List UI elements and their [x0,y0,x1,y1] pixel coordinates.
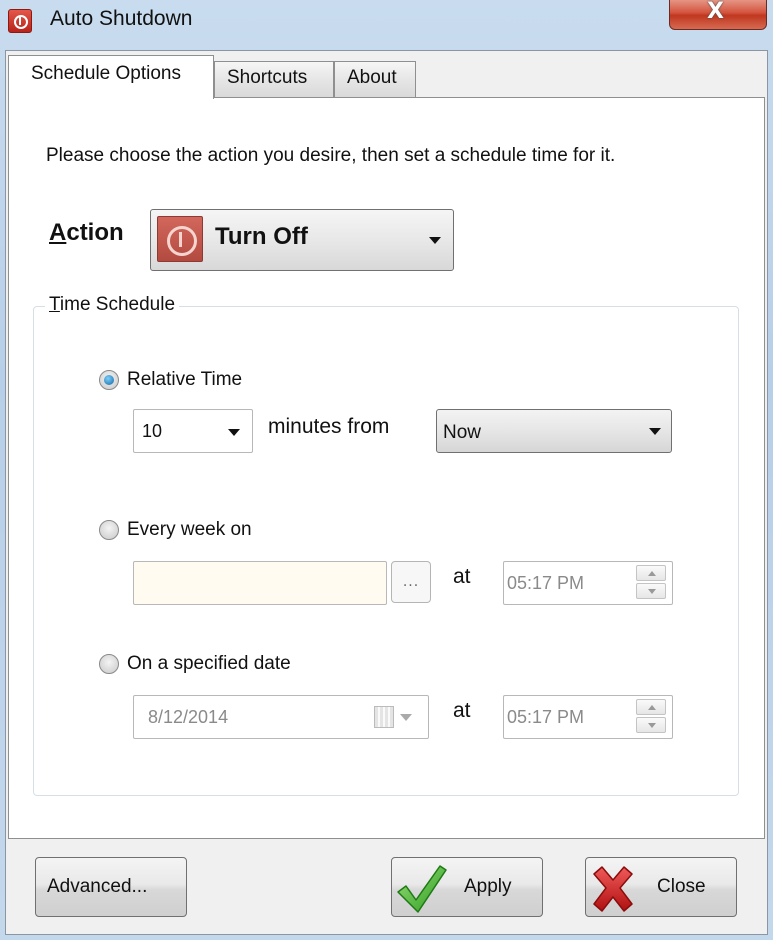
advanced-button-label: Advanced... [47,876,148,897]
relative-time-label: Relative Time [127,369,243,390]
action-label-rest: ction [66,219,124,246]
chevron-down-icon [228,429,240,436]
window-title: Auto Shutdown [50,7,193,30]
specified-date-radio[interactable] [99,654,119,674]
spin-down-arrow-icon[interactable] [636,583,666,599]
weekdays-field[interactable] [133,561,387,605]
weekly-time-picker[interactable]: 05:17 PM [503,561,673,605]
browse-days-button[interactable]: ... [391,561,431,603]
weekly-time-spinner[interactable] [636,565,666,599]
tab-strip: Schedule Options Shortcuts About [6,51,767,99]
intro-text: Please choose the action you desire, the… [46,145,616,166]
specified-date-option[interactable]: On a specified date [99,653,291,675]
minutes-combobox[interactable]: 10 [133,409,253,453]
date-value: 8/12/2014 [148,707,229,727]
chevron-down-icon[interactable] [400,714,412,721]
power-icon [157,216,203,262]
advanced-button[interactable]: Advanced... [35,857,187,917]
tab-shortcuts[interactable]: Shortcuts [214,61,334,97]
close-button[interactable]: Close [585,857,737,917]
date-time-value: 05:17 PM [507,707,585,727]
weekly-at-label: at [453,565,471,588]
calendar-icon[interactable] [374,706,394,728]
dialog-client-area: Schedule Options Shortcuts About Please … [5,50,768,935]
app-power-icon [8,9,32,33]
date-at-label: at [453,699,471,722]
minutes-from-label: minutes from [268,415,390,438]
minutes-value: 10 [142,421,163,441]
checkmark-icon [397,865,447,913]
weekly-time-value: 05:17 PM [507,573,585,593]
spin-down-arrow-icon[interactable] [636,717,666,733]
tab-about[interactable]: About [334,61,416,97]
from-dropdown[interactable]: Now [436,409,672,453]
action-value: Turn Off [215,223,308,250]
title-bar: Auto Shutdown X [0,0,773,44]
action-label-accelerator: A [49,219,67,246]
from-value: Now [443,422,482,443]
red-x-icon [593,866,633,912]
relative-time-radio[interactable] [99,370,119,390]
action-label: Action [49,219,124,247]
spin-up-arrow-icon[interactable] [636,565,666,581]
apply-button[interactable]: Apply [391,857,543,917]
date-time-spinner[interactable] [636,699,666,733]
action-dropdown[interactable]: Turn Off [150,209,454,271]
every-week-label: Every week on [127,519,252,540]
date-picker[interactable]: 8/12/2014 [133,695,429,739]
spin-up-arrow-icon[interactable] [636,699,666,715]
every-week-radio[interactable] [99,520,119,540]
date-time-picker[interactable]: 05:17 PM [503,695,673,739]
close-icon: X [707,0,724,24]
tab-schedule-options[interactable]: Schedule Options [8,55,214,99]
apply-button-label: Apply [464,876,512,897]
group-title-rest: ime Schedule [59,294,176,315]
group-title-accelerator: T [49,294,60,315]
time-schedule-title: Time Schedule [45,294,180,316]
relative-time-option[interactable]: Relative Time [99,369,242,391]
chevron-down-icon [649,428,661,435]
close-button-label: Close [657,876,706,897]
every-week-option[interactable]: Every week on [99,519,252,541]
chevron-down-icon [429,237,441,244]
window-close-button[interactable]: X [669,0,767,30]
specified-date-label: On a specified date [127,653,291,674]
